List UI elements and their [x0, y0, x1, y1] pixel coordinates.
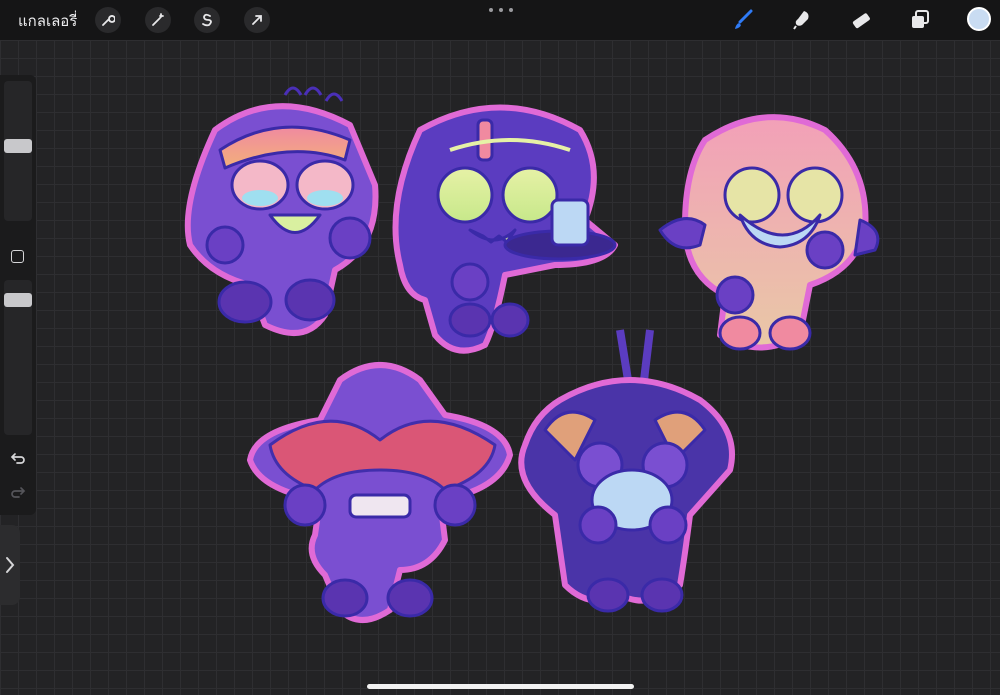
brush-size-thumb[interactable]: [4, 139, 32, 154]
magic-wand-icon[interactable]: [145, 7, 171, 33]
top-toolbar: แกลเลอรี่: [0, 0, 1000, 40]
left-sidebar: [0, 75, 36, 515]
robot-sticker-visor-mug: [392, 104, 618, 354]
home-indicator: [367, 684, 634, 689]
color-picker-swatch[interactable]: [967, 7, 991, 31]
modify-button[interactable]: [11, 250, 24, 263]
robot-sticker-round-helmet: [658, 114, 880, 351]
undo-icon[interactable]: [9, 449, 27, 467]
chevron-right-icon: [6, 557, 15, 573]
eraser-icon[interactable]: [847, 6, 875, 34]
wrench-icon[interactable]: [95, 7, 121, 33]
layers-icon[interactable]: [906, 6, 934, 34]
robot-sticker-red-crest: [247, 362, 513, 623]
robot-sticker-cap: [184, 86, 379, 336]
smudge-icon[interactable]: [788, 6, 816, 34]
selection-s-icon[interactable]: [194, 7, 220, 33]
brush-icon[interactable]: [729, 6, 757, 34]
canvas-artwork: [184, 86, 880, 623]
more-options-icon[interactable]: [489, 4, 513, 16]
robot-sticker-horned: [518, 329, 735, 613]
redo-icon[interactable]: [9, 483, 27, 501]
opacity-thumb[interactable]: [4, 292, 32, 307]
transform-arrow-icon[interactable]: [244, 7, 270, 33]
gallery-button[interactable]: แกลเลอรี่: [18, 9, 77, 33]
sidebar-expand-tab[interactable]: [0, 525, 20, 605]
